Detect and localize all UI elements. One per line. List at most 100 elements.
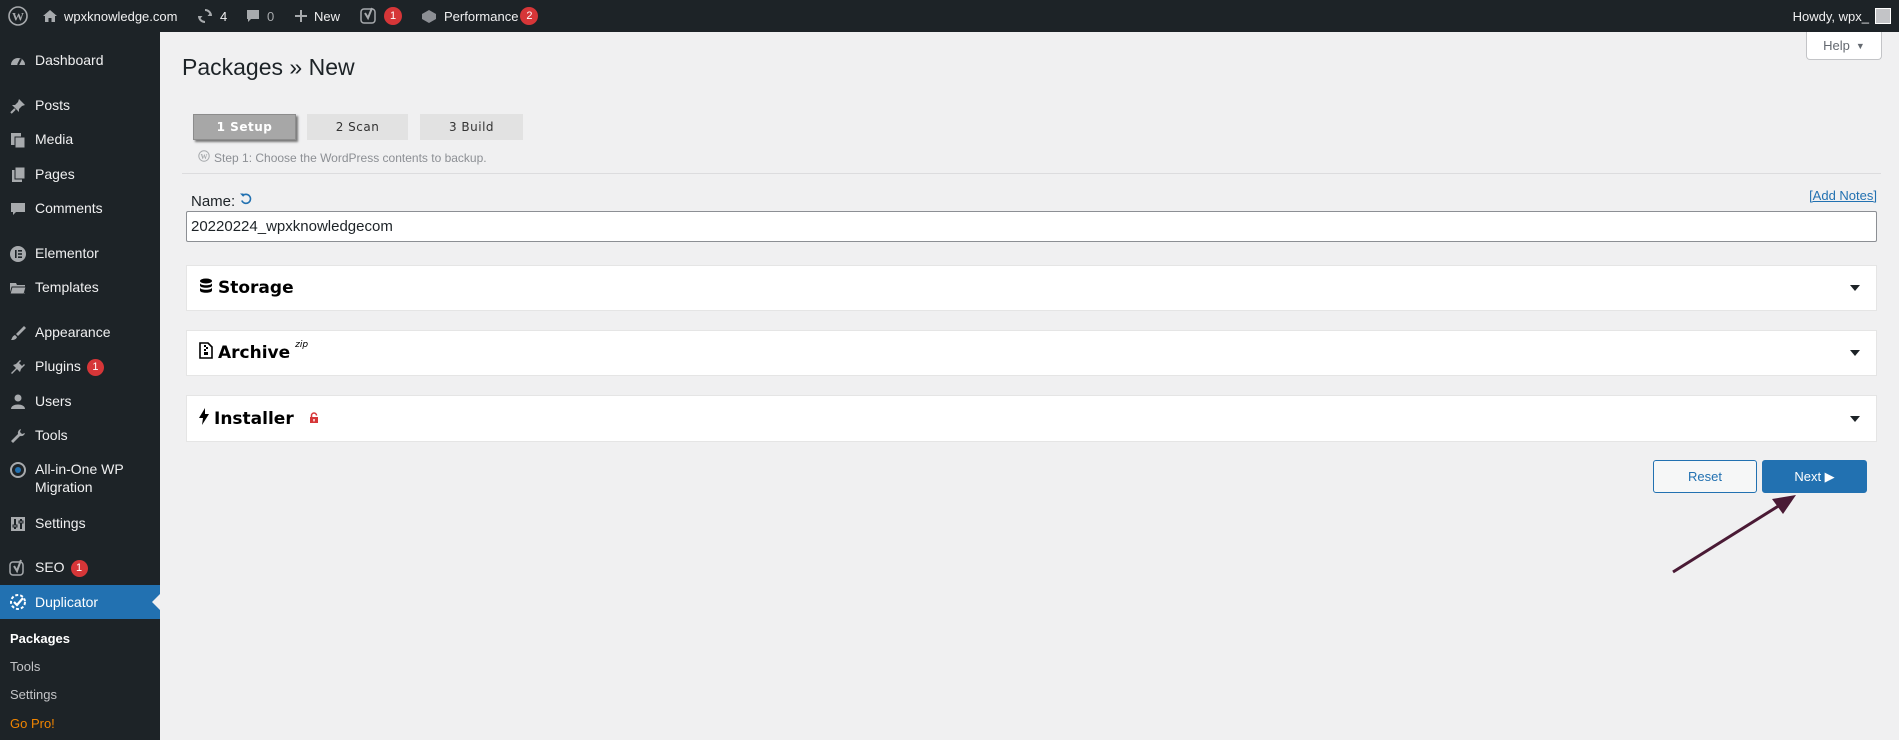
package-name-input[interactable] [186,211,1877,242]
my-account-link[interactable]: Howdy, wpx_ [1793,0,1891,32]
installer-title: Installer [214,408,294,429]
settings-icon [0,514,35,533]
svg-text:W: W [12,10,24,24]
new-content-link[interactable]: New [294,0,340,32]
help-label: Help [1823,38,1850,53]
sidebar-item-users[interactable]: Users [0,392,160,411]
pages-icon [0,165,35,184]
submenu-item-packages[interactable]: Packages [10,631,70,646]
sidebar-item-dashboard[interactable]: Dashboard [0,51,160,70]
avatar [1875,8,1891,24]
step-setup[interactable]: 1 Setup [193,114,296,140]
reset-button[interactable]: Reset [1653,460,1757,493]
submenu-item-settings[interactable]: Settings [10,687,57,702]
yoast-icon [360,7,378,25]
step-hint-text: Step 1: Choose the WordPress contents to… [214,150,487,165]
page-title: Packages » New [182,54,355,80]
help-tab-button[interactable]: Help ▼ [1806,32,1882,60]
site-name-link[interactable]: wpxknowledge.com [42,0,177,32]
step-hint: W Step 1: Choose the WordPress contents … [198,150,487,165]
submenu-item-go-pro[interactable]: Go Pro! [10,716,55,731]
wordpress-logo-icon[interactable]: W [8,0,28,32]
user-icon [0,392,35,411]
yoast-icon [0,558,35,577]
sidebar-item-media[interactable]: Media [0,130,160,149]
media-icon [0,130,35,149]
comment-bubble-icon [245,8,261,24]
sidebar-item-tools[interactable]: Tools [0,426,160,445]
sidebar-item-label: Posts [35,97,71,113]
performance-badge: 2 [520,7,539,25]
caret-down-icon[interactable] [1850,350,1860,356]
migration-icon [0,460,35,479]
caret-down-icon[interactable] [1850,415,1860,422]
sidebar-item-label: Pages [35,166,75,182]
sidebar-item-label: All-in-One WP Migration [35,461,124,495]
comments-count: 0 [267,8,275,24]
wrench-icon [0,426,35,445]
wordpress-small-icon: W [198,150,210,165]
sidebar-item-seo[interactable]: SEO 1 [0,558,160,577]
elementor-icon [0,244,35,263]
duplicator-icon [0,592,35,612]
yoast-badge: 1 [384,7,402,25]
name-label-text: Name: [191,192,236,210]
sidebar-item-plugins[interactable]: Plugins 1 [0,357,160,376]
sidebar-item-comments[interactable]: Comments [0,199,160,218]
refresh-icon [196,7,214,25]
submenu-item-tools[interactable]: Tools [10,659,40,674]
name-label: Name: [191,192,253,210]
step-scan[interactable]: 2 Scan [307,114,408,140]
archive-panel[interactable]: Archive zip [186,330,1877,376]
sidebar-item-label: Media [35,131,74,147]
new-label: New [314,8,341,24]
sidebar-item-label: Plugins [35,358,81,374]
seo-badge: 1 [70,559,88,577]
sidebar-item-label: Comments [35,200,103,216]
performance-icon [420,7,438,25]
performance-label: Performance [444,8,519,24]
sidebar-item-settings[interactable]: Settings [0,514,160,533]
caret-down-icon[interactable] [1850,285,1860,291]
yoast-link[interactable]: 1 [360,0,402,32]
brush-icon [0,323,35,342]
archive-title: Archive [218,343,291,363]
annotation-arrow-head [1772,495,1796,514]
updates-link[interactable]: 4 [196,0,227,32]
sidebar-item-elementor[interactable]: Elementor [0,244,160,263]
howdy-text: Howdy, wpx_ [1792,8,1869,24]
storage-title: Storage [218,278,294,298]
current-menu-arrow [152,594,160,610]
step-build[interactable]: 3 Build [420,114,523,140]
database-icon [199,278,213,299]
sidebar-item-posts[interactable]: Posts [0,96,160,115]
reset-name-icon[interactable] [239,192,253,210]
storage-panel[interactable]: Storage [186,265,1877,311]
sidebar-item-all-in-one-wp-migration[interactable]: All-in-One WP Migration [0,460,160,496]
sidebar-item-templates[interactable]: Templates [0,278,160,297]
bolt-icon [199,407,209,430]
comment-icon [0,199,35,218]
lock-icon [309,409,319,429]
sidebar-item-label: Elementor [35,245,99,261]
caret-down-icon: ▼ [1855,40,1865,51]
comments-link[interactable]: 0 [245,0,274,32]
installer-panel[interactable]: Installer [186,395,1877,442]
sidebar-item-pages[interactable]: Pages [0,165,160,184]
site-name: wpxknowledge.com [64,8,178,24]
admin-sidebar: Dashboard Posts Media Pages Comments Ele… [0,32,160,740]
plus-icon [294,9,308,23]
sidebar-item-label: Dashboard [35,52,104,68]
add-notes-link[interactable]: [Add Notes] [1809,188,1877,203]
sidebar-item-label: Settings [35,515,86,531]
sidebar-item-duplicator[interactable]: Duplicator [0,585,160,619]
dashboard-icon [0,51,35,70]
svg-text:W: W [201,153,208,161]
pin-icon [0,96,35,115]
home-icon [42,8,58,24]
archive-format-label: zip [295,340,309,350]
next-button[interactable]: Next ▶ [1762,460,1867,493]
performance-link[interactable]: Performance 2 [420,0,539,32]
sidebar-item-label: Tools [35,427,68,443]
sidebar-item-appearance[interactable]: Appearance [0,323,160,342]
